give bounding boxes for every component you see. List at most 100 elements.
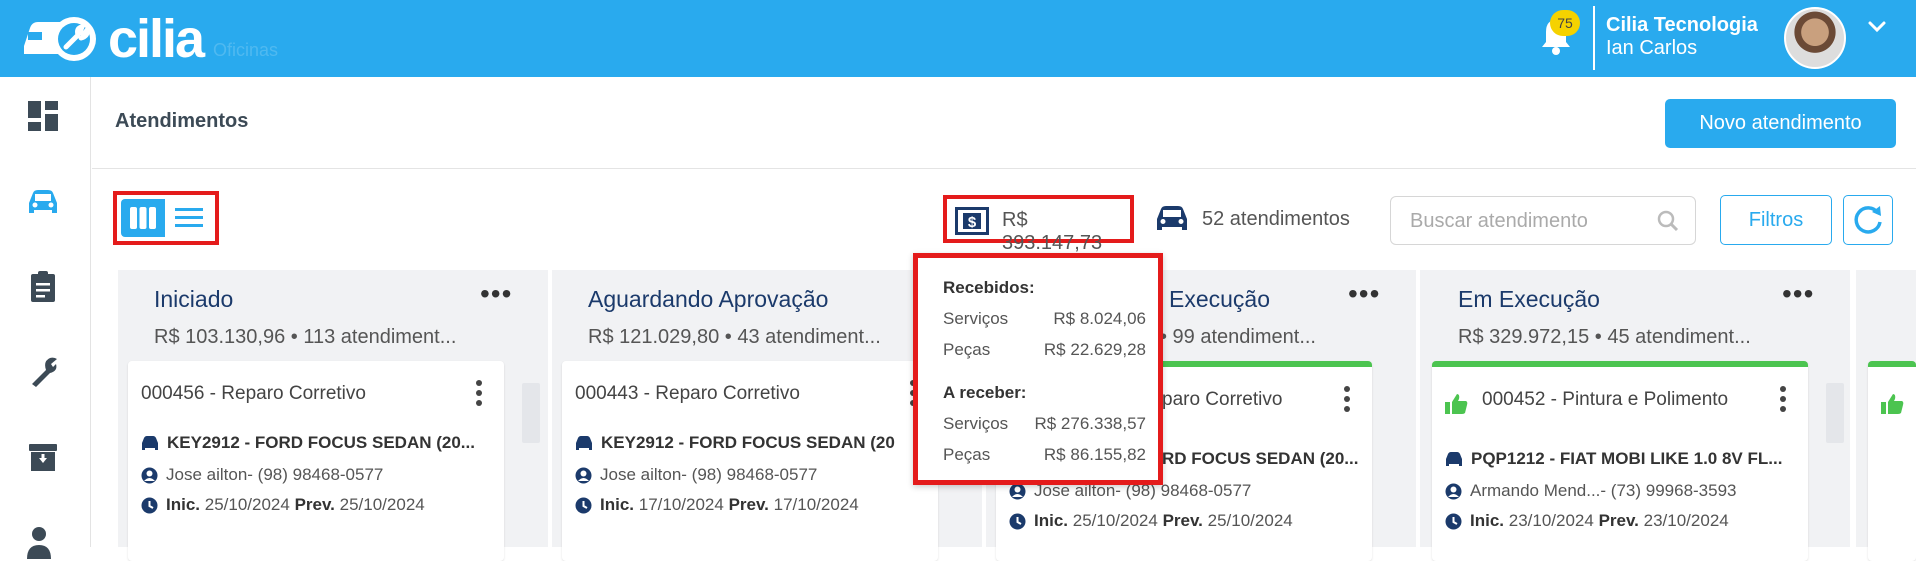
column-header-iniciado: Iniciado R$ 103.130,96 • 113 atendiment.… — [118, 270, 548, 360]
clock-icon — [141, 497, 158, 513]
card-dates: Inic. 25/10/2024 Prev. 25/10/2024 — [141, 495, 425, 515]
kanban-icon — [130, 207, 156, 229]
svg-text:$: $ — [968, 214, 977, 231]
column-title: Iniciado — [154, 286, 234, 312]
logo-subtitle: Oficinas — [213, 40, 279, 60]
column-summary: R$ 103.130,96 • 113 atendiment... — [154, 326, 457, 348]
more-options-icon[interactable]: ••• — [1782, 280, 1813, 308]
kanban-view-button[interactable] — [121, 199, 165, 237]
clock-icon — [575, 497, 592, 513]
clock-icon — [1445, 513, 1462, 529]
card-dates: Inic. 25/10/2024 Prev. 25/10/2024 — [1009, 511, 1293, 531]
add-user-icon[interactable] — [26, 525, 60, 559]
more-options-icon[interactable]: ••• — [480, 280, 511, 308]
card-title: 000443 - Reparo Corretivo — [575, 383, 800, 404]
clock-icon — [1009, 513, 1026, 529]
column-summary: • 99 atendiment... — [1160, 326, 1316, 348]
column-summary: R$ 121.029,80 • 43 atendiment... — [588, 326, 881, 348]
card-vehicle: KEY2912 - FORD FOCUS SEDAN (20 — [575, 433, 935, 453]
refresh-icon — [1854, 206, 1882, 234]
value-breakdown-popup: Recebidos: Serviços R$ 8.024,06 Peças R$… — [913, 253, 1163, 485]
service-card[interactable]: 000443 - Reparo Corretivo KEY2912 - FORD… — [562, 361, 938, 561]
more-options-icon[interactable]: ••• — [1348, 280, 1379, 308]
card-client: Jose ailton - (98) 98468-0577 — [575, 465, 817, 485]
service-card[interactable]: 000456 - Reparo Corretivo KEY2912 - FORD… — [128, 361, 504, 561]
search-input[interactable]: Buscar atendimento — [1390, 196, 1696, 245]
page-title: Atendimentos — [115, 110, 249, 132]
service-count: 52 atendimentos — [1202, 208, 1350, 230]
column-summary: R$ 329.972,15 • 45 atendiment... — [1458, 326, 1751, 348]
clipboard-icon[interactable] — [26, 269, 60, 303]
kebab-menu-icon[interactable] — [1342, 385, 1352, 413]
user-circle-icon — [1445, 483, 1462, 499]
car-icon[interactable] — [26, 185, 60, 219]
user-circle-icon — [575, 467, 592, 483]
received-parts-value: R$ 22.629,28 — [1043, 340, 1146, 359]
car-icon — [1157, 206, 1187, 230]
topbar-divider — [1593, 6, 1595, 70]
service-card[interactable] — [1868, 361, 1916, 561]
card-dates: Inic. 17/10/2024 Prev. 17/10/2024 — [575, 495, 859, 515]
column-body-em-execucao: 000452 - Pintura e Polimento PQP1212 - F… — [1420, 355, 1850, 561]
user-name[interactable]: Ian Carlos — [1606, 37, 1697, 60]
service-card[interactable]: 000452 - Pintura e Polimento PQP1212 - F… — [1432, 361, 1808, 561]
card-dates: Inic. 23/10/2024 Prev. 23/10/2024 — [1445, 511, 1729, 531]
list-view-button[interactable] — [167, 199, 211, 237]
to-receive-services-label: Serviços — [943, 414, 1009, 433]
user-avatar[interactable] — [1784, 7, 1846, 69]
to-receive-title: A receber: — [943, 383, 1027, 402]
list-icon — [175, 208, 203, 227]
to-receive-parts-value: R$ 86.155,82 — [1043, 445, 1146, 464]
column-title: Aguardando Aprovação — [588, 286, 829, 312]
column-title: Execução — [1169, 286, 1271, 312]
received-parts-label: Peças — [943, 340, 991, 359]
column-header-em-execucao: Em Execução R$ 329.972,15 • 45 atendimen… — [1420, 270, 1850, 360]
received-services-label: Serviços — [943, 309, 1009, 328]
column-scrollbar[interactable] — [1826, 383, 1844, 443]
column-header-next — [1856, 270, 1916, 360]
archive-icon[interactable] — [26, 440, 60, 474]
user-company[interactable]: Cilia Tecnologia — [1606, 14, 1758, 37]
wrench-icon[interactable] — [26, 354, 60, 388]
car-icon — [576, 436, 592, 450]
car-icon — [1446, 452, 1462, 466]
column-body-next — [1856, 355, 1916, 561]
kebab-menu-icon[interactable] — [1778, 385, 1788, 413]
column-body-iniciado: 000456 - Reparo Corretivo KEY2912 - FORD… — [118, 355, 548, 561]
to-receive-parts-label: Peças — [943, 445, 991, 464]
search-icon[interactable] — [1656, 209, 1680, 233]
money-icon: $ — [955, 207, 989, 235]
card-client: Jose ailton - (98) 98468-0577 — [141, 465, 383, 485]
dashboard-icon[interactable] — [26, 99, 60, 133]
logo-text: cilia — [108, 9, 205, 69]
sidebar — [0, 77, 91, 559]
chevron-down-icon[interactable] — [1866, 15, 1888, 37]
notification-count-badge[interactable]: 75 — [1550, 10, 1580, 36]
card-vehicle: RD FOCUS SEDAN (20... — [1162, 449, 1359, 468]
total-value-display[interactable]: $ R$ 393.147,73 — [943, 195, 1134, 254]
user-circle-icon — [1009, 483, 1026, 499]
to-receive-services-value: R$ 276.338,57 — [1034, 414, 1146, 433]
thumbs-up-icon — [1881, 394, 1904, 414]
logo[interactable]: cilia — [22, 9, 205, 69]
refresh-button[interactable] — [1843, 195, 1893, 245]
kebab-menu-icon[interactable] — [474, 379, 484, 407]
card-vehicle: PQP1212 - FIAT MOBI LIKE 1.0 8V FL... — [1445, 449, 1805, 469]
card-client: Armando Mend... - (73) 99968-3593 — [1445, 481, 1737, 501]
card-title: 000456 - Reparo Corretivo — [141, 383, 366, 404]
search-placeholder: Buscar atendimento — [1410, 210, 1588, 232]
top-bar: cilia Oficinas 75 Cilia Tecnologia Ian C… — [0, 0, 1916, 77]
car-icon — [142, 436, 158, 450]
filters-button[interactable]: Filtros — [1720, 195, 1832, 245]
received-title: Recebidos: — [943, 278, 1035, 297]
card-title: 000452 - Pintura e Polimento — [1482, 389, 1729, 410]
column-title: Em Execução — [1458, 286, 1600, 312]
card-title: paro Corretivo — [1162, 389, 1283, 410]
header-divider — [92, 168, 1916, 169]
user-circle-icon — [141, 467, 158, 483]
new-service-button[interactable]: Novo atendimento — [1665, 99, 1896, 148]
logo-car-wrench-icon — [24, 17, 96, 61]
column-scrollbar[interactable] — [522, 383, 540, 443]
received-services-value: R$ 8.024,06 — [1053, 309, 1146, 328]
card-vehicle: KEY2912 - FORD FOCUS SEDAN (20... — [141, 433, 501, 453]
